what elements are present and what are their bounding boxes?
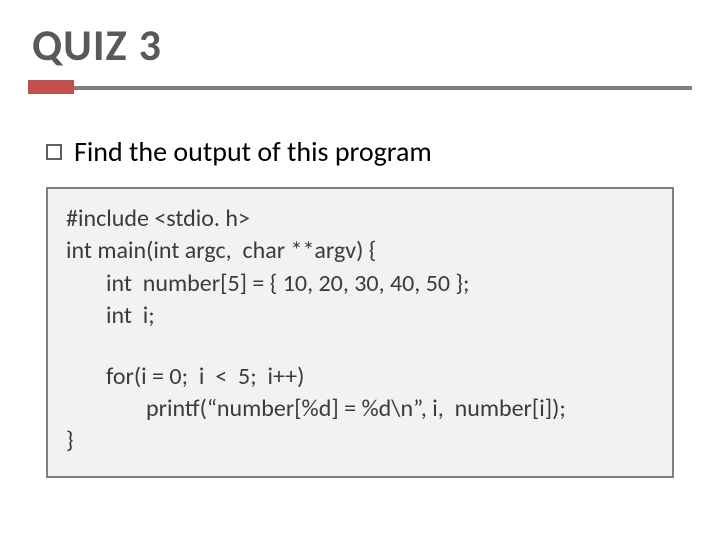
code-block: #include <stdio. h> int main(int argc, c… — [46, 187, 674, 478]
slide-title: QUIZ 3 — [28, 18, 692, 72]
code-line: int i; — [66, 300, 654, 332]
rule-accent — [28, 80, 74, 94]
rule-line — [28, 86, 692, 90]
code-line: int main(int argc, char **argv) { — [66, 235, 654, 267]
bullet-item: Find the output of this program — [46, 134, 692, 169]
code-line: int number[5] = { 10, 20, 30, 40, 50 }; — [66, 268, 654, 300]
code-line: #include <stdio. h> — [66, 203, 654, 235]
code-line: printf(“number[%d] = %d\n”, i, number[i]… — [66, 393, 654, 425]
bullet-text: Find the output of this program — [74, 134, 432, 169]
blank-line — [66, 333, 654, 361]
code-line: for(i = 0; i < 5; i++) — [66, 361, 654, 393]
square-bullet-icon — [46, 144, 62, 160]
code-line: } — [66, 425, 654, 457]
slide: QUIZ 3 Find the output of this program #… — [0, 0, 720, 540]
title-rule — [28, 80, 692, 94]
